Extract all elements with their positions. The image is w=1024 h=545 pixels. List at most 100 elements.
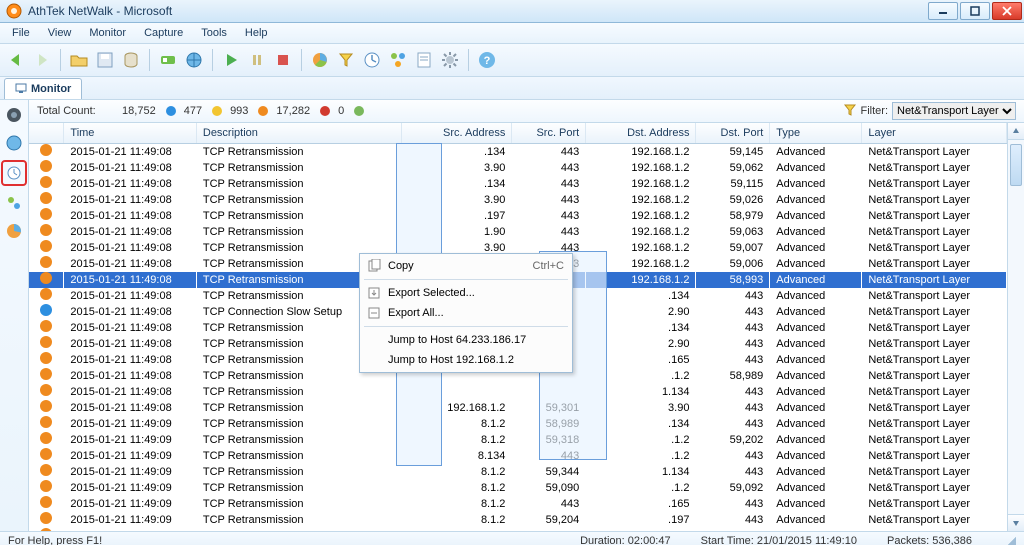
pause-icon[interactable] [245,48,269,72]
counter-bar: Total Count: 18,752 477 993 17,282 0 Fil… [29,100,1024,123]
table-row[interactable]: 2015-01-21 11:49:08TCP Retransmission.13… [29,144,1007,161]
help-icon[interactable]: ? [475,48,499,72]
rail-clock-icon[interactable] [1,160,27,186]
severity-dot-icon [40,320,52,332]
rail-nodes-icon[interactable] [3,192,25,214]
adapter-icon[interactable] [156,48,180,72]
status-packets: 536,386 [932,535,972,545]
menu-tools[interactable]: Tools [193,25,235,41]
app-icon [6,3,22,19]
col-icon[interactable] [29,123,64,144]
menu-monitor[interactable]: Monitor [81,25,134,41]
save-icon[interactable] [93,48,117,72]
db-icon[interactable] [119,48,143,72]
table-row[interactable]: 2015-01-21 11:49:08TCP Retransmission.19… [29,208,1007,224]
packet-grid[interactable]: Time Description Src. Address Src. Port … [29,123,1007,531]
col-description[interactable]: Description [196,123,401,144]
cm-jump-host-2[interactable]: Jump to Host 192.168.1.2 [362,350,570,370]
status-duration-label: Duration: [580,535,625,545]
table-row[interactable]: 2015-01-21 11:49:08TCP Retransmission3.9… [29,192,1007,208]
severity-dot-icon [40,144,52,156]
minimize-button[interactable] [928,2,958,20]
red-dot-icon [320,106,330,116]
green-dot-icon [354,106,364,116]
col-dst-port[interactable]: Dst. Port [696,123,770,144]
severity-dot-icon [40,528,52,531]
table-row[interactable]: 2015-01-21 11:49:08TCP Retransmission.13… [29,176,1007,192]
forward-icon[interactable] [30,48,54,72]
export-all-icon [366,305,382,321]
table-row[interactable]: 2015-01-21 11:49:09TCP Retransmission8.1… [29,448,1007,464]
gear-icon[interactable] [438,48,462,72]
col-type[interactable]: Type [770,123,862,144]
status-start: 21/01/2015 11:49:10 [757,535,857,545]
titlebar: AthTek NetWalk - Microsoft [0,0,1024,23]
severity-dot-icon [40,240,52,252]
rail-piechart-icon[interactable] [3,220,25,242]
play-icon[interactable] [219,48,243,72]
filter-select[interactable]: Net&Transport Layer [892,102,1016,120]
resize-grip-icon[interactable] [1002,534,1016,545]
menu-capture[interactable]: Capture [136,25,191,41]
scroll-track[interactable] [1008,140,1024,514]
window-title: AthTek NetWalk - Microsoft [28,4,172,18]
globe-icon[interactable] [182,48,206,72]
table-row[interactable]: 2015-01-21 11:49:09TCP Retransmission8.1… [29,416,1007,432]
table-row[interactable]: 2015-01-21 11:49:08TCP Retransmission1.1… [29,384,1007,400]
left-rail [0,100,29,531]
severity-dot-icon [40,352,52,364]
menu-file[interactable]: File [4,25,38,41]
table-row[interactable]: 2015-01-21 11:49:08TCP Retransmission3.9… [29,160,1007,176]
severity-dot-icon [40,336,52,348]
vertical-scrollbar[interactable] [1007,123,1024,531]
export-icon [366,285,382,301]
maximize-button[interactable] [960,2,990,20]
col-dst-address[interactable]: Dst. Address [586,123,696,144]
table-row[interactable]: 2015-01-21 11:49:09TCP Retransmission8.1… [29,480,1007,496]
tab-monitor-label: Monitor [31,83,71,95]
scroll-up-icon[interactable] [1008,123,1024,140]
severity-dot-icon [40,288,52,300]
menubar: File View Monitor Capture Tools Help [0,23,1024,44]
piechart-icon[interactable] [308,48,332,72]
blue-dot-icon [166,106,176,116]
severity-dot-icon [40,464,52,476]
report-icon[interactable] [412,48,436,72]
count-red: 0 [338,105,344,117]
tab-monitor[interactable]: Monitor [4,78,82,99]
close-button[interactable] [992,2,1022,20]
col-layer[interactable]: Layer [862,123,1007,144]
cm-export-all[interactable]: Export All... [362,303,570,323]
table-row[interactable]: 2015-01-21 11:49:09TCP Retransmission8.1… [29,512,1007,528]
open-folder-icon[interactable] [67,48,91,72]
clock-icon[interactable] [360,48,384,72]
count-blue: 477 [184,105,202,117]
scroll-thumb[interactable] [1010,144,1022,186]
stop-icon[interactable] [271,48,295,72]
table-row[interactable]: 2015-01-21 11:49:09TCP Retransmission8.1… [29,496,1007,512]
nodes-icon[interactable] [386,48,410,72]
severity-dot-icon [40,272,52,284]
table-row[interactable]: 2015-01-21 11:49:08TCP Retransmission1.9… [29,224,1007,240]
menu-help[interactable]: Help [237,25,276,41]
col-src-address[interactable]: Src. Address [402,123,512,144]
col-time[interactable]: Time [64,123,196,144]
table-row[interactable]: 2015-01-21 11:49:09TCP Retransmission8.1… [29,528,1007,531]
back-icon[interactable] [4,48,28,72]
total-count-value: 18,752 [106,105,156,117]
menu-view[interactable]: View [40,25,80,41]
orange-dot-icon [258,106,268,116]
cm-copy[interactable]: Copy Ctrl+C [362,256,570,276]
rail-globe-icon[interactable] [3,132,25,154]
table-row[interactable]: 2015-01-21 11:49:08TCP Retransmission192… [29,400,1007,416]
scroll-down-icon[interactable] [1008,514,1024,531]
severity-dot-icon [40,304,52,316]
col-src-port[interactable]: Src. Port [512,123,586,144]
table-row[interactable]: 2015-01-21 11:49:09TCP Retransmission8.1… [29,464,1007,480]
cm-jump-host-1[interactable]: Jump to Host 64.233.186.17 [362,330,570,350]
severity-dot-icon [40,448,52,460]
rail-dashboard-icon[interactable] [3,104,25,126]
table-row[interactable]: 2015-01-21 11:49:09TCP Retransmission8.1… [29,432,1007,448]
funnel-icon[interactable] [334,48,358,72]
cm-export-selected[interactable]: Export Selected... [362,283,570,303]
